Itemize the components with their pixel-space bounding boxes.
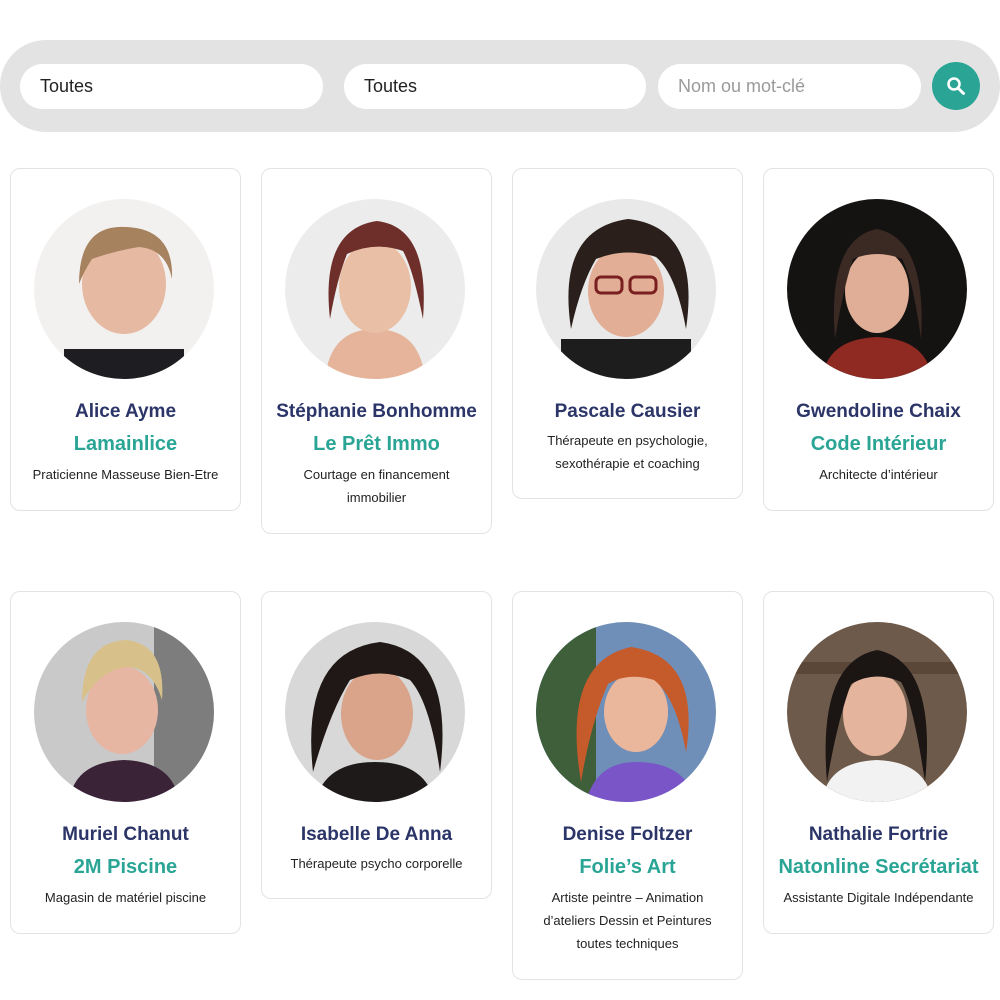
member-company-link[interactable]: Natonline Secrétariat — [764, 856, 993, 879]
member-card[interactable]: Stéphanie Bonhomme Le Prêt Immo Courtage… — [261, 168, 492, 534]
member-company-link[interactable]: Le Prêt Immo — [262, 433, 491, 456]
search-bar: Toutes Toutes — [0, 40, 1000, 132]
member-description: Thérapeute psycho corporelle — [290, 856, 463, 871]
member-photo — [787, 622, 967, 802]
member-name: Stéphanie Bonhomme — [276, 401, 477, 422]
member-name: Nathalie Fortrie — [808, 824, 949, 845]
member-name: Isabelle De Anna — [300, 824, 453, 845]
member-name: Alice Ayme — [74, 401, 177, 422]
member-company-link[interactable]: Code Intérieur — [764, 433, 993, 456]
keyword-search-input[interactable] — [658, 64, 921, 109]
member-name: Denise Foltzer — [562, 824, 693, 845]
member-company-link[interactable]: 2M Piscine — [11, 856, 240, 879]
member-card[interactable]: Muriel Chanut 2M Piscine Magasin de maté… — [10, 591, 241, 934]
member-description: Assistante Digitale Indépendante — [783, 890, 974, 905]
member-card[interactable]: Alice Ayme Lamainlice Praticienne Masseu… — [10, 168, 241, 511]
member-photo — [34, 199, 214, 379]
member-name: Gwendoline Chaix — [796, 401, 961, 422]
member-name: Pascale Causier — [554, 401, 701, 422]
member-description: Thérapeute en psychologie, sexothérapie … — [547, 433, 708, 471]
member-card[interactable]: Gwendoline Chaix Code Intérieur Architec… — [763, 168, 994, 511]
member-description: Artiste peintre – Animation d’ateliers D… — [543, 890, 712, 951]
category-filter-select[interactable]: Toutes — [20, 64, 323, 109]
member-description: Courtage en financement immobilier — [303, 467, 450, 505]
member-photo — [34, 622, 214, 802]
member-photo — [285, 622, 465, 802]
member-company-link[interactable]: Folie’s Art — [513, 856, 742, 879]
search-button[interactable] — [932, 62, 980, 110]
member-card[interactable]: Pascale Causier Thérapeute en psychologi… — [512, 168, 743, 499]
member-description: Magasin de matériel piscine — [44, 890, 207, 905]
member-description: Architecte d’intérieur — [819, 467, 938, 482]
member-photo — [285, 199, 465, 379]
member-card[interactable]: Isabelle De Anna Thérapeute psycho corpo… — [261, 591, 492, 899]
member-name: Muriel Chanut — [62, 824, 189, 845]
member-company-link[interactable]: Lamainlice — [11, 433, 240, 456]
member-description: Praticienne Masseuse Bien-Etre — [32, 467, 219, 482]
member-photo — [536, 199, 716, 379]
location-filter-select[interactable]: Toutes — [344, 64, 646, 109]
member-card[interactable]: Nathalie Fortrie Natonline Secrétariat A… — [763, 591, 994, 934]
member-photo — [536, 622, 716, 802]
member-photo — [787, 199, 967, 379]
search-icon — [947, 77, 965, 95]
member-card[interactable]: Denise Foltzer Folie’s Art Artiste peint… — [512, 591, 743, 980]
